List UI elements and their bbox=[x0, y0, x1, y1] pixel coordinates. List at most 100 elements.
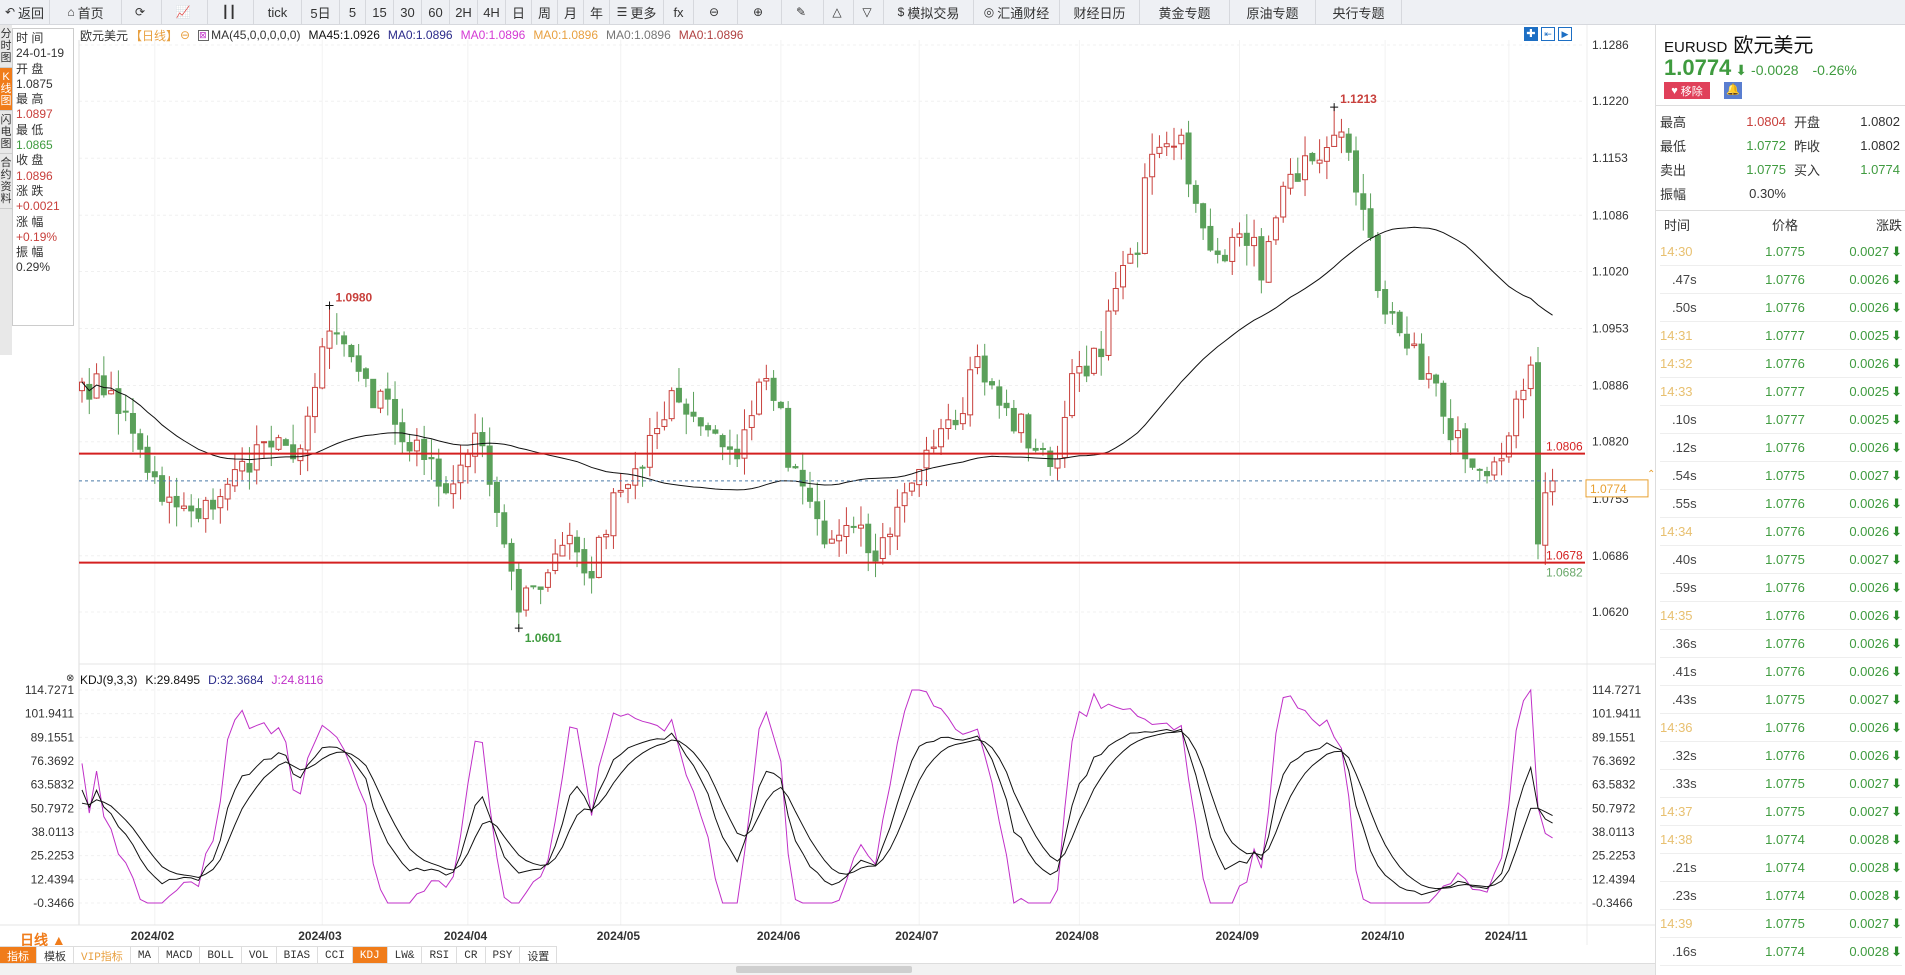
indicator-tab-macd[interactable]: MACD bbox=[159, 947, 201, 964]
candle bbox=[93, 363, 100, 399]
indicator-tab-lw[interactable]: LW& bbox=[388, 947, 423, 964]
candle bbox=[1112, 271, 1119, 315]
candle bbox=[654, 411, 661, 450]
tick-price: 1.0776 bbox=[1765, 300, 1805, 315]
indicator-tab-vol[interactable]: VOL bbox=[242, 947, 277, 964]
candle bbox=[231, 454, 238, 493]
candle bbox=[1331, 107, 1338, 147]
candle bbox=[537, 586, 544, 605]
tick-change: 0.0026 bbox=[1849, 300, 1890, 315]
tick-price: 1.0775 bbox=[1765, 776, 1805, 791]
candle bbox=[486, 427, 493, 497]
down-arrow-icon: ⬇ bbox=[1891, 439, 1902, 455]
candle bbox=[1425, 356, 1432, 389]
candle bbox=[1141, 163, 1148, 255]
candle bbox=[1549, 468, 1556, 506]
down-arrow-icon: ⬇ bbox=[1891, 943, 1902, 959]
kdj-k-line bbox=[81, 728, 1553, 896]
indicator-tab--1[interactable]: 模板 bbox=[37, 947, 74, 964]
tick-price: 1.0776 bbox=[1765, 356, 1805, 371]
candle bbox=[1258, 228, 1265, 294]
tick-row: 14:39 1.0775 0.0027 ⬇ bbox=[1660, 910, 1902, 938]
candle bbox=[1134, 242, 1141, 268]
tick-change: 0.0026 bbox=[1849, 608, 1890, 623]
kdj-tick-label-right: 101.9411 bbox=[1592, 707, 1641, 721]
tick-price: 1.0776 bbox=[1765, 608, 1805, 623]
candle bbox=[370, 378, 377, 409]
candle bbox=[1003, 389, 1010, 416]
candle bbox=[239, 447, 246, 481]
indicator-tab-boll[interactable]: BOLL bbox=[200, 947, 242, 964]
tick-time: .55s bbox=[1672, 496, 1697, 511]
indicator-tab-vip-2[interactable]: VIP指标 bbox=[74, 947, 131, 964]
tick-row: 14:30 1.0775 0.0027 ⬇ bbox=[1660, 238, 1902, 266]
tick-price: 1.0777 bbox=[1765, 328, 1805, 343]
candle bbox=[319, 337, 326, 390]
alert-bell-button[interactable]: 🔔 bbox=[1724, 82, 1742, 99]
candle bbox=[719, 433, 726, 461]
extreme-marker-icon bbox=[1330, 103, 1339, 112]
candle bbox=[785, 401, 792, 472]
indicator-tab-psy[interactable]: PSY bbox=[486, 947, 521, 964]
quote-change: -0.0028 bbox=[1751, 62, 1799, 78]
price-tick-label: 1.0953 bbox=[1592, 322, 1629, 336]
tick-change: 0.0028 bbox=[1849, 944, 1890, 959]
stat-label: 最低 bbox=[1660, 138, 1687, 154]
candle bbox=[1367, 193, 1374, 241]
kdj-tick-label-left: 12.4394 bbox=[31, 872, 75, 886]
tick-change: 0.0027 bbox=[1849, 804, 1890, 819]
candle bbox=[1185, 120, 1192, 198]
scroll-thumb[interactable] bbox=[736, 966, 912, 973]
indicator-tab-rsi[interactable]: RSI bbox=[422, 947, 458, 964]
indicator-tab--0[interactable]: 指标 bbox=[0, 947, 37, 964]
remove-watch-button[interactable]: ♥ 移除 bbox=[1664, 82, 1710, 99]
candle bbox=[1440, 380, 1447, 434]
candle bbox=[202, 496, 209, 533]
quote-name: 欧元美元 bbox=[1733, 33, 1814, 57]
candle bbox=[1469, 458, 1476, 470]
indicator-tab--14[interactable]: 设置 bbox=[520, 947, 558, 964]
indicator-tab-cr[interactable]: CR bbox=[457, 947, 486, 964]
price-chart[interactable]: 1.1286 1.1220 1.1153 1.1086 1.1020 1.0953 1.08… bbox=[0, 0, 1655, 946]
tick-header-price: 价格 bbox=[1771, 217, 1798, 233]
candle bbox=[1229, 228, 1236, 275]
tick-time: .36s bbox=[1672, 636, 1697, 651]
candle bbox=[377, 389, 384, 414]
candle bbox=[872, 533, 879, 578]
indicator-tab-cci[interactable]: CCI bbox=[318, 947, 353, 964]
tick-time: .43s bbox=[1672, 692, 1697, 707]
candle bbox=[1069, 359, 1076, 419]
kdj-tick-label-left: 114.7271 bbox=[25, 683, 74, 697]
tick-row: 14:32 1.0776 0.0026 ⬇ bbox=[1660, 350, 1902, 378]
candle bbox=[1287, 158, 1294, 195]
candle bbox=[166, 476, 173, 524]
kdj-tick-label-right: 76.3692 bbox=[1592, 754, 1636, 768]
stat-value: 1.0802 bbox=[1860, 137, 1900, 153]
tick-price: 1.0776 bbox=[1765, 272, 1805, 287]
candle bbox=[297, 444, 304, 475]
candle bbox=[1032, 438, 1039, 453]
kdj-collapse-icon[interactable]: ⊗ bbox=[66, 673, 74, 684]
tick-change: 0.0025 bbox=[1849, 412, 1890, 427]
indicator-tab-bias[interactable]: BIAS bbox=[277, 947, 319, 964]
candle bbox=[1338, 118, 1345, 154]
down-arrow-icon: ⬇ bbox=[1891, 579, 1902, 595]
kdj-d-value: D:32.3684 bbox=[208, 673, 264, 687]
candle bbox=[1178, 128, 1185, 160]
candle bbox=[1272, 215, 1279, 245]
candle bbox=[777, 400, 784, 410]
candle bbox=[1243, 214, 1250, 266]
tick-row: .47s 1.0776 0.0026 ⬇ bbox=[1660, 266, 1902, 294]
hline-label: 1.0806 bbox=[1546, 440, 1583, 454]
indicator-tab-kdj[interactable]: KDJ bbox=[352, 947, 388, 964]
kdj-tick-label-left: 76.3692 bbox=[31, 754, 75, 768]
tick-price: 1.0776 bbox=[1765, 748, 1805, 763]
indicator-tab-ma[interactable]: MA bbox=[131, 947, 160, 964]
candle bbox=[726, 429, 733, 465]
quote-change-pct: -0.26% bbox=[1812, 62, 1857, 78]
down-arrow-icon: ⬇ bbox=[1891, 355, 1902, 371]
tick-row: 14:38 1.0774 0.0028 ⬇ bbox=[1660, 826, 1902, 854]
candle bbox=[1156, 135, 1163, 159]
down-arrow-icon: ⬇ bbox=[1891, 467, 1902, 483]
horizontal-scrollbar[interactable] bbox=[0, 963, 1655, 975]
